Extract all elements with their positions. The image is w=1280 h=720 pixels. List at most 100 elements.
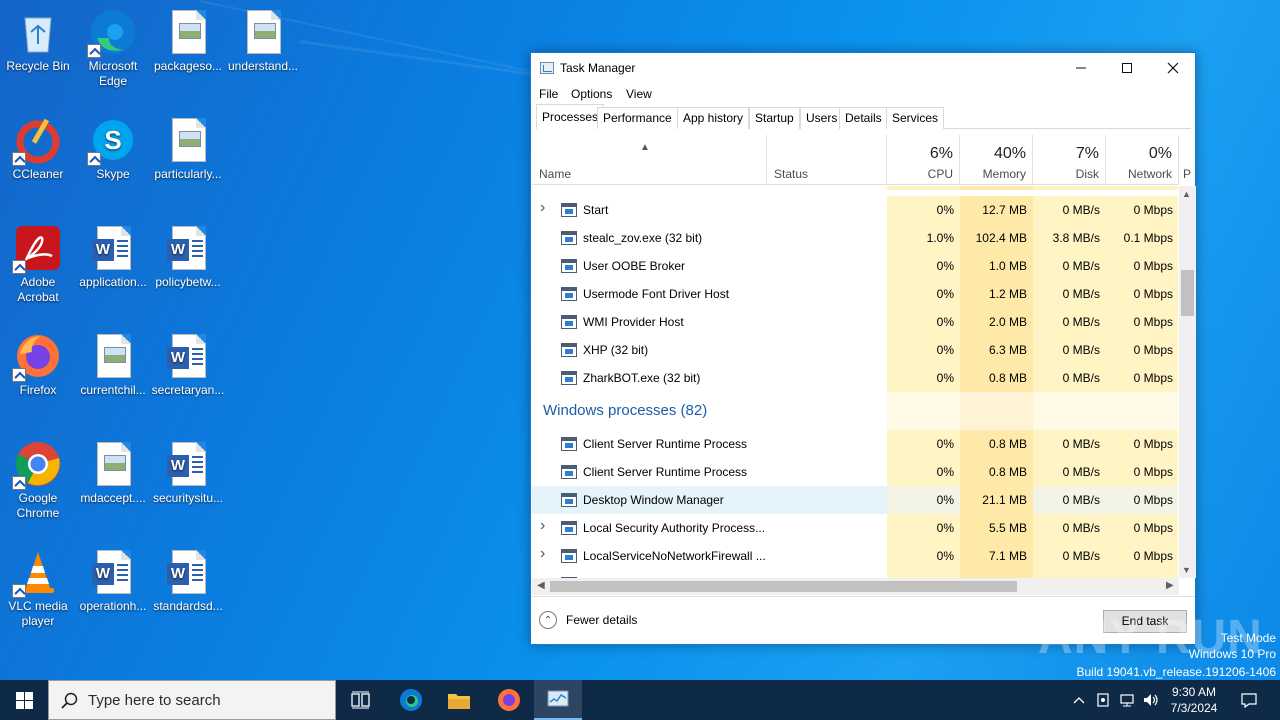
- tray-device-icon[interactable]: [1092, 680, 1114, 720]
- column-name[interactable]: ▲ Name: [532, 135, 766, 185]
- process-name: Start: [583, 203, 609, 217]
- process-row[interactable]: Desktop Window Manager 0% 21.1 MB 0 MB/s 0 M…: [532, 486, 1178, 514]
- desktop-icon[interactable]: Wsecuritysitu...: [150, 440, 226, 506]
- taskbar-firefox[interactable]: [486, 680, 532, 720]
- process-row[interactable]: Client Server Runtime Process 0% 0.8 MB 0 M…: [532, 430, 1178, 458]
- process-row[interactable]: › Local Security Authority Process... 0% 5.…: [532, 514, 1178, 542]
- column-disk[interactable]: 7% Disk: [1032, 135, 1105, 185]
- process-row[interactable]: › LocalServiceNoNetworkFirewall ... 0% 7.1 …: [532, 542, 1178, 570]
- desktop-icon[interactable]: mdaccept....: [75, 440, 151, 506]
- desktop-icon[interactable]: Recycle Bin: [0, 8, 76, 74]
- process-name: Usermode Font Driver Host: [583, 287, 730, 301]
- disk-cell: 0 MB/s: [1033, 252, 1106, 280]
- maximize-button[interactable]: [1104, 53, 1150, 83]
- process-icon: [561, 287, 577, 301]
- horizontal-scrollbar[interactable]: ◀ ▶: [532, 578, 1179, 595]
- process-row[interactable]: WMI Provider Host 0% 2.0 MB 0 MB/s 0 Mbps: [532, 308, 1178, 336]
- tab-performance[interactable]: Performance: [597, 107, 678, 129]
- horizontal-scroll-thumb[interactable]: [550, 581, 1017, 592]
- process-row-partial[interactable]: [532, 570, 1178, 578]
- process-row[interactable]: ZharkBOT.exe (32 bit) 0% 0.8 MB 0 MB/s 0 Mbp…: [532, 364, 1178, 392]
- vertical-scrollbar[interactable]: ▲ ▼: [1179, 186, 1196, 578]
- column-network[interactable]: 0% Network: [1105, 135, 1178, 185]
- action-center-button[interactable]: [1234, 680, 1264, 720]
- tab-processes[interactable]: Processes: [536, 104, 605, 129]
- process-row[interactable]: Usermode Font Driver Host 0% 1.2 MB 0 MB/s 0…: [532, 280, 1178, 308]
- desktop-icon[interactable]: currentchil...: [75, 332, 151, 398]
- tab-app-history[interactable]: App history: [677, 107, 750, 129]
- menu-options[interactable]: Options: [571, 87, 612, 101]
- column-power-partial[interactable]: P: [1178, 135, 1191, 185]
- taskbar-edge[interactable]: [388, 680, 434, 720]
- desktop-icon[interactable]: Google Chrome: [0, 440, 76, 521]
- process-row[interactable]: XHP (32 bit) 0% 6.3 MB 0 MB/s 0 Mbps: [532, 336, 1178, 364]
- close-button[interactable]: [1150, 53, 1196, 83]
- column-cpu[interactable]: 6% CPU: [886, 135, 959, 185]
- desktop-icon[interactable]: Adobe Acrobat: [0, 224, 76, 305]
- process-name: Desktop Window Manager: [583, 493, 724, 507]
- title-bar[interactable]: Task Manager: [531, 53, 1195, 83]
- menu-file[interactable]: File: [539, 87, 558, 101]
- tab-services[interactable]: Services: [886, 107, 945, 129]
- clock[interactable]: 9:30 AM 7/3/2024: [1164, 680, 1224, 720]
- process-icon: [561, 343, 577, 357]
- windows-logo-icon: [15, 691, 33, 709]
- task-view-button[interactable]: [338, 680, 384, 720]
- process-row[interactable]: Client Server Runtime Process 0% 0.8 MB 0 M…: [532, 458, 1178, 486]
- desktop-icon[interactable]: understand...: [225, 8, 301, 74]
- desktop-icon-label: operationh...: [79, 599, 147, 613]
- tray-network-icon[interactable]: [1116, 680, 1138, 720]
- close-icon: [1167, 62, 1179, 74]
- disk-cell: 0 MB/s: [1033, 308, 1106, 336]
- network-cell: 0 Mbps: [1106, 364, 1178, 392]
- expand-chevron-icon[interactable]: ›: [540, 517, 545, 535]
- desktop-icon[interactable]: VLC media player: [0, 548, 76, 629]
- desktop-icon-label: understand...: [227, 59, 299, 73]
- fewer-details-button[interactable]: ⌃ Fewer details: [539, 611, 637, 629]
- process-row[interactable]: User OOBE Broker 0% 1.0 MB 0 MB/s 0 Mbps: [532, 252, 1178, 280]
- process-row-partial[interactable]: [532, 186, 1178, 190]
- process-row[interactable]: stealc_zov.exe (32 bit) 1.0% 102.4 MB 3.8 M…: [532, 224, 1178, 252]
- scroll-up-icon[interactable]: ▲: [1182, 189, 1191, 199]
- desktop-icon[interactable]: particularly...: [150, 116, 226, 182]
- taskbar-task-manager[interactable]: [534, 680, 582, 720]
- desktop-icon[interactable]: Microsoft Edge: [75, 8, 151, 89]
- desktop-icon[interactable]: packageso...: [150, 8, 226, 74]
- tab-details[interactable]: Details: [839, 107, 888, 129]
- expand-chevron-icon[interactable]: ›: [540, 545, 545, 563]
- taskbar-search-box[interactable]: Type here to search: [48, 680, 336, 720]
- desktop-icon[interactable]: Firefox: [0, 332, 76, 398]
- expand-chevron-icon[interactable]: ›: [540, 199, 545, 217]
- tab-startup[interactable]: Startup: [749, 107, 800, 129]
- memory-cell: 2.0 MB: [960, 308, 1033, 336]
- shortcut-arrow-icon: [12, 152, 26, 166]
- scroll-right-icon[interactable]: ▶: [1166, 580, 1174, 591]
- disk-cell: 0 MB/s: [1033, 458, 1106, 486]
- tray-volume-icon[interactable]: [1140, 680, 1162, 720]
- desktop-icon[interactable]: CCleaner: [0, 116, 76, 182]
- desktop-icon[interactable]: Wapplication...: [75, 224, 151, 290]
- desktop-icon[interactable]: S Skype: [75, 116, 151, 182]
- desktop-icon-label: secretaryan...: [151, 383, 225, 397]
- show-hidden-icons-button[interactable]: [1068, 680, 1090, 720]
- taskbar-file-explorer[interactable]: [436, 680, 482, 720]
- start-button[interactable]: [0, 680, 48, 720]
- scroll-left-icon[interactable]: ◀: [537, 580, 545, 591]
- group-header-row[interactable]: Windows processes (82): [532, 392, 1178, 430]
- disk-cell: 0 MB/s: [1033, 280, 1106, 308]
- column-memory[interactable]: 40% Memory: [959, 135, 1032, 185]
- menu-view[interactable]: View: [626, 87, 652, 101]
- desktop-icon[interactable]: Wstandardsd...: [150, 548, 226, 614]
- desktop-icon[interactable]: Wpolicybetw...: [150, 224, 226, 290]
- desktop-icon[interactable]: Woperationh...: [75, 548, 151, 614]
- word-file-icon: W: [89, 224, 137, 272]
- memory-cell: 12.7 MB: [960, 196, 1033, 224]
- vertical-scroll-thumb[interactable]: [1181, 270, 1194, 316]
- network-cell: 0 Mbps: [1106, 458, 1178, 486]
- scroll-down-icon[interactable]: ▼: [1182, 565, 1191, 575]
- column-status[interactable]: Status: [766, 135, 886, 185]
- minimize-button[interactable]: [1058, 53, 1104, 83]
- process-row[interactable]: › Start 0% 12.7 MB 0 MB/s 0 Mbps: [532, 196, 1178, 224]
- desktop-icon[interactable]: Wsecretaryan...: [150, 332, 226, 398]
- tab-users[interactable]: Users: [800, 107, 844, 129]
